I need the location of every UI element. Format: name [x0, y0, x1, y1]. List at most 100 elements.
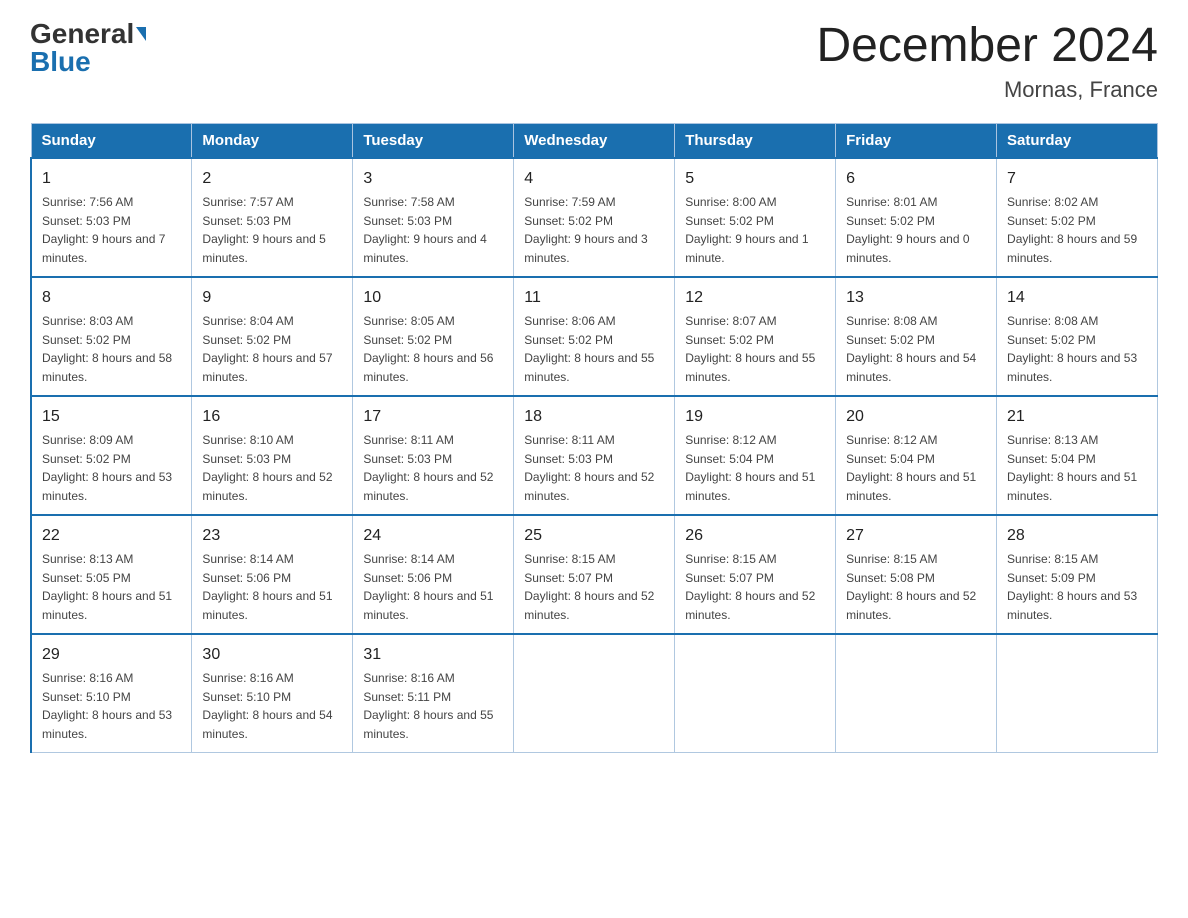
calendar-cell: 23 Sunrise: 8:14 AMSunset: 5:06 PMDaylig… — [192, 515, 353, 634]
calendar-cell: 29 Sunrise: 8:16 AMSunset: 5:10 PMDaylig… — [31, 634, 192, 753]
day-info: Sunrise: 8:15 AMSunset: 5:08 PMDaylight:… — [846, 552, 976, 622]
day-number: 20 — [846, 405, 986, 429]
calendar-cell: 14 Sunrise: 8:08 AMSunset: 5:02 PMDaylig… — [997, 277, 1158, 396]
calendar-cell: 11 Sunrise: 8:06 AMSunset: 5:02 PMDaylig… — [514, 277, 675, 396]
calendar-table: SundayMondayTuesdayWednesdayThursdayFrid… — [30, 123, 1158, 753]
day-info: Sunrise: 8:08 AMSunset: 5:02 PMDaylight:… — [1007, 314, 1137, 384]
title-block: December 2024 Mornas, France — [816, 20, 1158, 103]
calendar-cell: 1 Sunrise: 7:56 AMSunset: 5:03 PMDayligh… — [31, 158, 192, 277]
calendar-cell: 4 Sunrise: 7:59 AMSunset: 5:02 PMDayligh… — [514, 158, 675, 277]
day-number: 4 — [524, 167, 664, 191]
logo: General Blue — [30, 20, 146, 76]
calendar-header-sunday: Sunday — [31, 123, 192, 158]
day-info: Sunrise: 8:11 AMSunset: 5:03 PMDaylight:… — [363, 433, 493, 503]
calendar-cell: 19 Sunrise: 8:12 AMSunset: 5:04 PMDaylig… — [675, 396, 836, 515]
day-number: 24 — [363, 524, 503, 548]
day-number: 11 — [524, 286, 664, 310]
day-info: Sunrise: 8:15 AMSunset: 5:09 PMDaylight:… — [1007, 552, 1137, 622]
calendar-cell: 28 Sunrise: 8:15 AMSunset: 5:09 PMDaylig… — [997, 515, 1158, 634]
calendar-week-row: 15 Sunrise: 8:09 AMSunset: 5:02 PMDaylig… — [31, 396, 1158, 515]
day-info: Sunrise: 8:16 AMSunset: 5:10 PMDaylight:… — [42, 671, 172, 741]
calendar-cell: 9 Sunrise: 8:04 AMSunset: 5:02 PMDayligh… — [192, 277, 353, 396]
day-info: Sunrise: 8:16 AMSunset: 5:10 PMDaylight:… — [202, 671, 332, 741]
day-info: Sunrise: 8:02 AMSunset: 5:02 PMDaylight:… — [1007, 195, 1137, 265]
calendar-cell: 31 Sunrise: 8:16 AMSunset: 5:11 PMDaylig… — [353, 634, 514, 753]
calendar-cell — [836, 634, 997, 753]
day-number: 2 — [202, 167, 342, 191]
day-info: Sunrise: 8:14 AMSunset: 5:06 PMDaylight:… — [202, 552, 332, 622]
day-info: Sunrise: 8:09 AMSunset: 5:02 PMDaylight:… — [42, 433, 172, 503]
day-number: 17 — [363, 405, 503, 429]
calendar-cell: 2 Sunrise: 7:57 AMSunset: 5:03 PMDayligh… — [192, 158, 353, 277]
calendar-header-saturday: Saturday — [997, 123, 1158, 158]
calendar-cell: 5 Sunrise: 8:00 AMSunset: 5:02 PMDayligh… — [675, 158, 836, 277]
day-info: Sunrise: 8:14 AMSunset: 5:06 PMDaylight:… — [363, 552, 493, 622]
day-number: 6 — [846, 167, 986, 191]
day-info: Sunrise: 8:12 AMSunset: 5:04 PMDaylight:… — [685, 433, 815, 503]
day-number: 10 — [363, 286, 503, 310]
day-info: Sunrise: 8:05 AMSunset: 5:02 PMDaylight:… — [363, 314, 493, 384]
calendar-header: SundayMondayTuesdayWednesdayThursdayFrid… — [31, 123, 1158, 158]
day-number: 29 — [42, 643, 181, 667]
day-number: 3 — [363, 167, 503, 191]
day-number: 7 — [1007, 167, 1147, 191]
calendar-header-monday: Monday — [192, 123, 353, 158]
day-number: 28 — [1007, 524, 1147, 548]
logo-arrow-icon — [136, 27, 146, 41]
calendar-week-row: 8 Sunrise: 8:03 AMSunset: 5:02 PMDayligh… — [31, 277, 1158, 396]
day-number: 26 — [685, 524, 825, 548]
day-number: 8 — [42, 286, 181, 310]
day-info: Sunrise: 8:08 AMSunset: 5:02 PMDaylight:… — [846, 314, 976, 384]
day-info: Sunrise: 8:12 AMSunset: 5:04 PMDaylight:… — [846, 433, 976, 503]
calendar-cell: 12 Sunrise: 8:07 AMSunset: 5:02 PMDaylig… — [675, 277, 836, 396]
day-number: 27 — [846, 524, 986, 548]
logo-general-text: General — [30, 20, 134, 48]
logo-blue-text: Blue — [30, 48, 91, 76]
day-number: 19 — [685, 405, 825, 429]
calendar-cell: 17 Sunrise: 8:11 AMSunset: 5:03 PMDaylig… — [353, 396, 514, 515]
day-info: Sunrise: 8:06 AMSunset: 5:02 PMDaylight:… — [524, 314, 654, 384]
calendar-cell: 22 Sunrise: 8:13 AMSunset: 5:05 PMDaylig… — [31, 515, 192, 634]
calendar-cell: 6 Sunrise: 8:01 AMSunset: 5:02 PMDayligh… — [836, 158, 997, 277]
day-number: 23 — [202, 524, 342, 548]
calendar-cell: 16 Sunrise: 8:10 AMSunset: 5:03 PMDaylig… — [192, 396, 353, 515]
location-title: Mornas, France — [816, 77, 1158, 103]
calendar-header-friday: Friday — [836, 123, 997, 158]
calendar-cell: 21 Sunrise: 8:13 AMSunset: 5:04 PMDaylig… — [997, 396, 1158, 515]
day-info: Sunrise: 8:04 AMSunset: 5:02 PMDaylight:… — [202, 314, 332, 384]
day-info: Sunrise: 8:16 AMSunset: 5:11 PMDaylight:… — [363, 671, 493, 741]
day-number: 1 — [42, 167, 181, 191]
day-number: 5 — [685, 167, 825, 191]
calendar-week-row: 29 Sunrise: 8:16 AMSunset: 5:10 PMDaylig… — [31, 634, 1158, 753]
calendar-header-thursday: Thursday — [675, 123, 836, 158]
day-info: Sunrise: 8:11 AMSunset: 5:03 PMDaylight:… — [524, 433, 654, 503]
calendar-cell: 10 Sunrise: 8:05 AMSunset: 5:02 PMDaylig… — [353, 277, 514, 396]
day-number: 13 — [846, 286, 986, 310]
calendar-cell — [997, 634, 1158, 753]
day-number: 15 — [42, 405, 181, 429]
day-number: 14 — [1007, 286, 1147, 310]
calendar-cell: 7 Sunrise: 8:02 AMSunset: 5:02 PMDayligh… — [997, 158, 1158, 277]
calendar-header-tuesday: Tuesday — [353, 123, 514, 158]
calendar-cell: 25 Sunrise: 8:15 AMSunset: 5:07 PMDaylig… — [514, 515, 675, 634]
day-info: Sunrise: 8:07 AMSunset: 5:02 PMDaylight:… — [685, 314, 815, 384]
calendar-header-wednesday: Wednesday — [514, 123, 675, 158]
day-number: 31 — [363, 643, 503, 667]
calendar-cell: 26 Sunrise: 8:15 AMSunset: 5:07 PMDaylig… — [675, 515, 836, 634]
day-info: Sunrise: 8:13 AMSunset: 5:04 PMDaylight:… — [1007, 433, 1137, 503]
day-info: Sunrise: 8:13 AMSunset: 5:05 PMDaylight:… — [42, 552, 172, 622]
day-info: Sunrise: 7:59 AMSunset: 5:02 PMDaylight:… — [524, 195, 647, 265]
month-title: December 2024 — [816, 20, 1158, 73]
day-number: 18 — [524, 405, 664, 429]
calendar-cell: 18 Sunrise: 8:11 AMSunset: 5:03 PMDaylig… — [514, 396, 675, 515]
day-number: 22 — [42, 524, 181, 548]
day-number: 12 — [685, 286, 825, 310]
day-info: Sunrise: 8:03 AMSunset: 5:02 PMDaylight:… — [42, 314, 172, 384]
day-number: 25 — [524, 524, 664, 548]
day-info: Sunrise: 7:58 AMSunset: 5:03 PMDaylight:… — [363, 195, 486, 265]
day-info: Sunrise: 8:00 AMSunset: 5:02 PMDaylight:… — [685, 195, 808, 265]
day-number: 16 — [202, 405, 342, 429]
day-info: Sunrise: 8:01 AMSunset: 5:02 PMDaylight:… — [846, 195, 969, 265]
day-number: 21 — [1007, 405, 1147, 429]
day-info: Sunrise: 8:15 AMSunset: 5:07 PMDaylight:… — [524, 552, 654, 622]
